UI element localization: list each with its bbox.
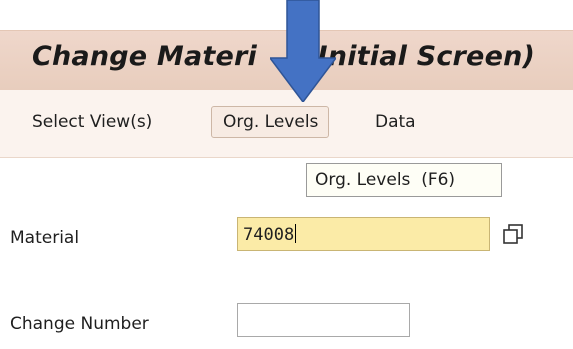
org-levels-tooltip: Org. Levels (F6) — [306, 163, 502, 197]
change-number-input[interactable] — [237, 303, 410, 337]
material-input-value: 74008 — [243, 225, 295, 245]
possible-entries-button[interactable] — [492, 219, 523, 249]
data-button[interactable]: Data — [375, 112, 416, 132]
change-number-label: Change Number — [10, 314, 149, 334]
material-input[interactable]: 74008 — [237, 217, 490, 251]
possible-entries-icon — [503, 224, 523, 244]
down-arrow-icon — [270, 0, 336, 102]
material-label: Material — [10, 228, 80, 248]
org-levels-button[interactable]: Org. Levels — [211, 106, 330, 138]
select-views-button[interactable]: Select View(s) — [32, 112, 152, 132]
text-cursor — [295, 224, 297, 243]
